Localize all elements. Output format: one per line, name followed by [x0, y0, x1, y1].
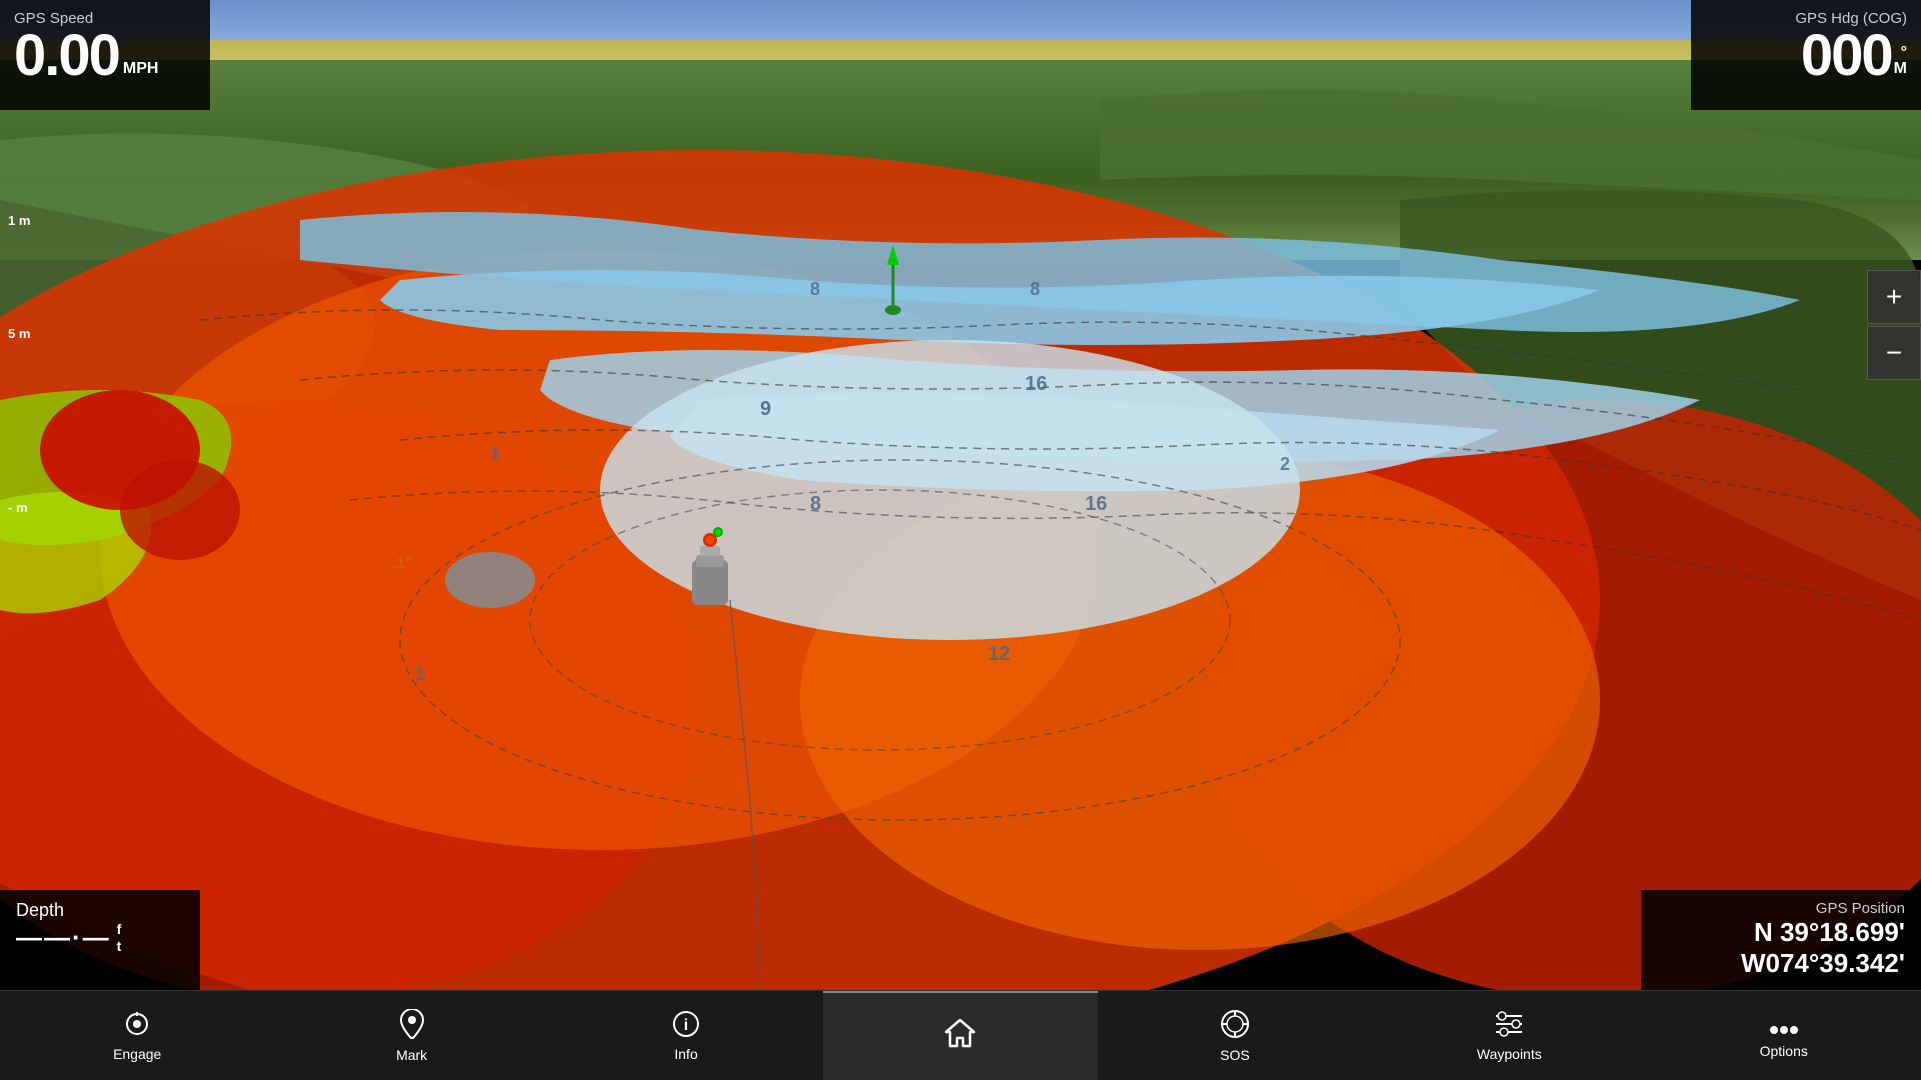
- map-area[interactable]: 9 8 8 16 16 12 2 1 1 8 placeholder .1" 1…: [0, 0, 1921, 990]
- gps-heading-panel: GPS Hdg (COG) 000 ° M: [1691, 0, 1921, 110]
- svg-text:.1": .1": [392, 555, 413, 572]
- depth-unit-f: f: [117, 921, 122, 938]
- gps-pos-lon: W074°39.342': [1657, 948, 1905, 979]
- mark-icon: [399, 1009, 425, 1043]
- gps-speed-unit-text: MPH: [123, 61, 159, 77]
- zoom-controls: + −: [1867, 270, 1921, 380]
- nav-waypoints[interactable]: Waypoints: [1372, 991, 1646, 1080]
- svg-text:5 m: 5 m: [8, 326, 30, 341]
- gps-speed-panel: GPS Speed 0.00 MPH: [0, 0, 210, 110]
- sos-icon: [1220, 1009, 1250, 1043]
- depth-panel: Depth ——·— f t: [0, 890, 200, 990]
- nav-engage-label: Engage: [113, 1046, 161, 1062]
- gps-hdg-unit: ° M: [1894, 45, 1907, 77]
- svg-text:16: 16: [1085, 493, 1107, 515]
- bottom-nav: Engage Mark i Info: [0, 990, 1921, 1080]
- nav-info[interactable]: i Info: [549, 991, 823, 1080]
- svg-text:8: 8: [810, 493, 821, 515]
- svg-text:9: 9: [760, 398, 771, 420]
- svg-text:2: 2: [1280, 454, 1290, 474]
- home-icon: [944, 1018, 976, 1052]
- svg-text:12: 12: [988, 643, 1010, 665]
- gps-position-panel: GPS Position N 39°18.699' W074°39.342': [1641, 890, 1921, 990]
- svg-text:- m: - m: [8, 500, 28, 515]
- options-icon: [1770, 1013, 1798, 1039]
- gps-hdg-value: 000: [1801, 27, 1892, 85]
- nav-options-label: Options: [1760, 1043, 1808, 1059]
- nav-mark-label: Mark: [396, 1047, 427, 1063]
- zoom-in-button[interactable]: +: [1867, 270, 1921, 324]
- gps-hdg-deg: °: [1894, 45, 1907, 61]
- zoom-out-button[interactable]: −: [1867, 326, 1921, 380]
- svg-text:16: 16: [1025, 373, 1047, 395]
- app: 9 8 8 16 16 12 2 1 1 8 placeholder .1" 1…: [0, 0, 1921, 1080]
- nav-engage[interactable]: Engage: [0, 991, 274, 1080]
- nav-sos[interactable]: SOS: [1098, 991, 1372, 1080]
- gps-hdg-m: M: [1894, 61, 1907, 77]
- nav-mark[interactable]: Mark: [274, 991, 548, 1080]
- info-icon: i: [672, 1010, 700, 1042]
- depth-unit-t: t: [117, 938, 122, 955]
- map-svg: 9 8 8 16 16 12 2 1 1 8 placeholder .1" 1…: [0, 0, 1921, 990]
- svg-text:8: 8: [810, 279, 820, 299]
- depth-value: ——·—: [16, 922, 111, 953]
- svg-text:1: 1: [490, 444, 500, 464]
- gps-pos-lat: N 39°18.699': [1657, 917, 1905, 948]
- gps-speed-unit: MPH: [123, 61, 159, 77]
- nav-options[interactable]: Options: [1647, 991, 1921, 1080]
- gps-speed-value: 0.00: [14, 27, 119, 85]
- svg-text:8: 8: [1030, 279, 1040, 299]
- waypoints-icon: [1494, 1010, 1524, 1042]
- svg-text:1: 1: [415, 664, 425, 684]
- depth-title: Depth: [16, 900, 184, 921]
- nav-sos-label: SOS: [1220, 1047, 1250, 1063]
- nav-info-label: Info: [674, 1046, 697, 1062]
- depth-unit: f t: [117, 921, 122, 955]
- engage-icon: [123, 1010, 151, 1042]
- svg-text:1 m: 1 m: [8, 213, 30, 228]
- svg-text:i: i: [684, 1017, 688, 1034]
- nav-waypoints-label: Waypoints: [1477, 1046, 1542, 1062]
- gps-pos-title: GPS Position: [1657, 900, 1905, 917]
- nav-home[interactable]: [823, 991, 1097, 1080]
